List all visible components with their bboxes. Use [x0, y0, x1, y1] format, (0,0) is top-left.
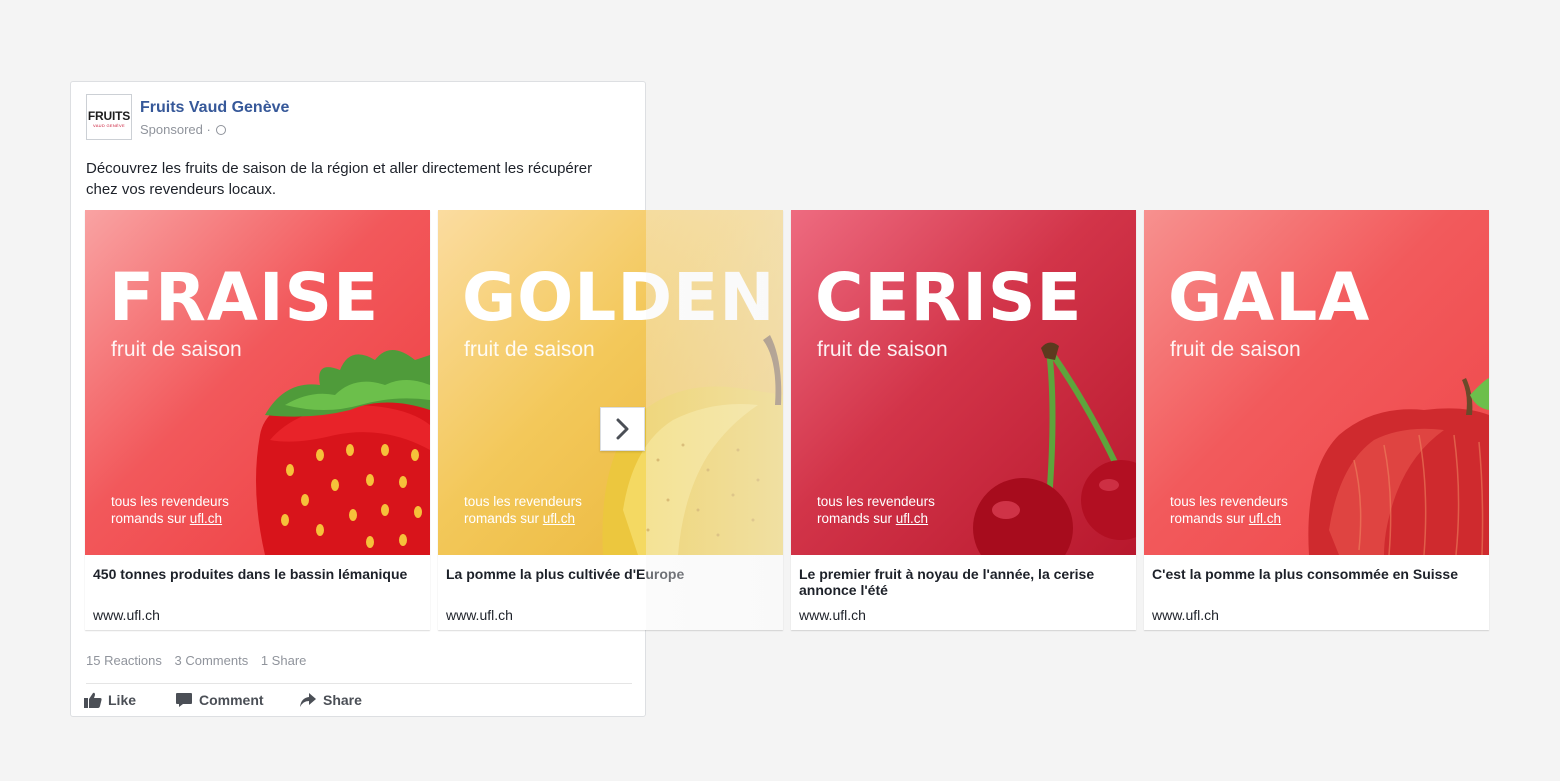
card-footer-line2: romands sur: [1170, 511, 1249, 526]
card-title[interactable]: La pomme la plus cultivée d'Europe: [446, 566, 776, 582]
card-title[interactable]: Le premier fruit à noyau de l'année, la …: [799, 566, 1129, 598]
carousel-card-fraise[interactable]: FRAISE fruit de saison tous les revendeu…: [85, 210, 430, 630]
post-text: Découvrez les fruits de saison de la rég…: [86, 160, 593, 198]
card-footer-link[interactable]: ufl.ch: [896, 511, 928, 526]
comment-label: Comment: [199, 692, 264, 708]
card-subheading: fruit de saison: [111, 338, 242, 361]
card-footer-line2: romands sur: [817, 511, 896, 526]
card-subheading: fruit de saison: [1170, 338, 1301, 361]
comments-count[interactable]: 3 Comments: [175, 653, 249, 668]
card-footer-text: tous les revendeurs romands sur ufl.ch: [1170, 493, 1288, 527]
card-footer-line1: tous les revendeurs: [464, 494, 582, 509]
logo-subtext: VAUD GENÈVE: [93, 123, 125, 128]
shares-count[interactable]: 1 Share: [261, 653, 307, 668]
share-button[interactable]: Share: [299, 692, 362, 708]
comment-icon: [176, 693, 192, 707]
carousel-card-gala[interactable]: GALA fruit de saison tous les revendeurs…: [1144, 210, 1489, 630]
share-arrow-icon: [300, 693, 316, 707]
sponsored-label: Sponsored ·: [140, 122, 227, 137]
carousel-card-cerise[interactable]: CERISE fruit de saison tous les revendeu…: [791, 210, 1136, 630]
chevron-right-icon: [616, 418, 628, 440]
card-subheading: fruit de saison: [817, 338, 948, 361]
logo-text: FRUITS: [87, 109, 131, 123]
card-heading: GOLDEN: [462, 259, 776, 336]
card-footer-line2: romands sur: [464, 511, 543, 526]
card-footer-link[interactable]: ufl.ch: [543, 511, 575, 526]
divider: [86, 683, 632, 684]
card-footer-line1: tous les revendeurs: [1170, 494, 1288, 509]
card-heading: GALA: [1168, 259, 1371, 336]
carousel-next-button[interactable]: [600, 407, 645, 451]
card-image[interactable]: GOLDEN fruit de saison tous les revendeu…: [438, 210, 783, 555]
card-footer-text: tous les revendeurs romands sur ufl.ch: [464, 493, 582, 527]
card-footer-text: tous les revendeurs romands sur ufl.ch: [111, 493, 229, 527]
card-heading: CERISE: [815, 259, 1083, 336]
share-label: Share: [323, 692, 362, 708]
reactions-count[interactable]: 15 Reactions: [86, 653, 162, 668]
card-url[interactable]: www.ufl.ch: [446, 607, 513, 623]
card-url[interactable]: www.ufl.ch: [93, 607, 160, 623]
card-image[interactable]: CERISE fruit de saison tous les revendeu…: [791, 210, 1136, 555]
card-footer-text: tous les revendeurs romands sur ufl.ch: [817, 493, 935, 527]
card-url[interactable]: www.ufl.ch: [1152, 607, 1219, 623]
thumbs-up-icon: [84, 692, 102, 708]
card-image[interactable]: GALA fruit de saison tous les revendeurs…: [1144, 210, 1489, 555]
card-subheading: fruit de saison: [464, 338, 595, 361]
sponsored-text: Sponsored ·: [140, 122, 211, 137]
card-footer-link[interactable]: ufl.ch: [1249, 511, 1281, 526]
globe-icon: [216, 125, 227, 135]
like-label: Like: [108, 692, 137, 708]
card-footer-line1: tous les revendeurs: [111, 494, 229, 509]
card-title[interactable]: 450 tonnes produites dans le bassin léma…: [93, 566, 423, 582]
card-footer-link[interactable]: ufl.ch: [190, 511, 222, 526]
card-url[interactable]: www.ufl.ch: [799, 607, 866, 623]
card-footer-line2: romands sur: [111, 511, 190, 526]
like-button[interactable]: Like: [84, 692, 136, 708]
comment-button[interactable]: Comment: [175, 692, 264, 708]
page-name-link[interactable]: Fruits Vaud Genève: [140, 99, 289, 117]
card-image[interactable]: FRAISE fruit de saison tous les revendeu…: [85, 210, 430, 555]
card-heading: FRAISE: [109, 259, 380, 336]
card-footer-line1: tous les revendeurs: [817, 494, 935, 509]
post-stats: 15 Reactions 3 Comments 1 Share: [86, 653, 315, 668]
page-logo[interactable]: FRUITS VAUD GENÈVE: [86, 94, 132, 140]
card-title[interactable]: C'est la pomme la plus consommée en Suis…: [1152, 566, 1482, 582]
